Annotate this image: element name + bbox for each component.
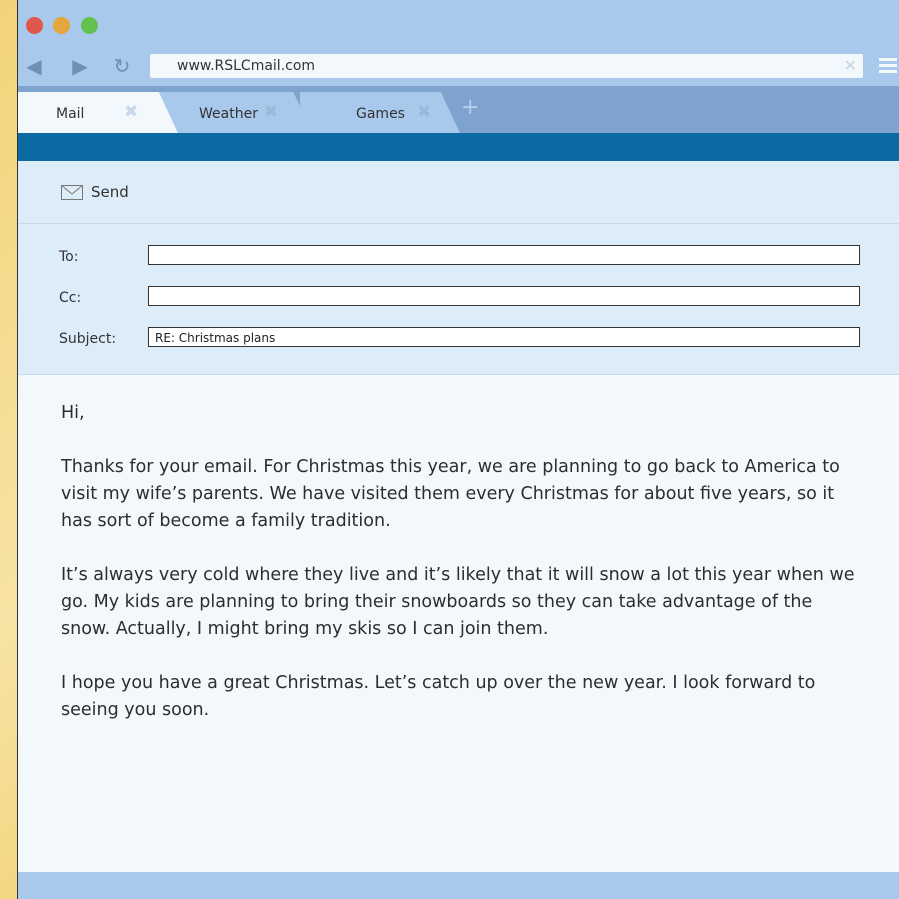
back-icon[interactable]: ◀ (22, 54, 46, 78)
message-body[interactable]: Hi, Thanks for your email. For Christmas… (61, 400, 861, 751)
message-headers: To: Cc: Subject: RE: Christmas plans (18, 224, 899, 375)
subject-label: Subject: (59, 331, 117, 347)
new-tab-icon[interactable]: + (461, 95, 479, 120)
tab-strip: Games ✖ Weather ✖ Mail ✖ + (18, 86, 899, 133)
menu-icon[interactable] (879, 58, 897, 74)
send-button[interactable]: Send (61, 183, 129, 201)
tab-label: Weather (199, 106, 258, 122)
tab-mail[interactable]: Mail ✖ (18, 92, 178, 133)
title-bar (18, 0, 899, 46)
close-tab-icon[interactable]: ✖ (124, 102, 138, 122)
envelope-icon (61, 184, 83, 200)
tab-games[interactable]: Games ✖ (300, 92, 460, 133)
browser-window: ◀ ▶ ↻ www.RSLCmail.com ✕ Games ✖ Weather… (17, 0, 899, 899)
address-bar[interactable]: www.RSLCmail.com ✕ (150, 54, 863, 78)
body-paragraph: Thanks for your email. For Christmas thi… (61, 457, 840, 531)
reload-icon[interactable]: ↻ (110, 54, 134, 78)
to-field[interactable] (148, 245, 860, 265)
greeting-text: Hi, (61, 403, 85, 423)
to-label: To: (59, 249, 79, 265)
navigation-bar: ◀ ▶ ↻ www.RSLCmail.com ✕ (18, 46, 899, 86)
compose-toolbar: Send (18, 161, 899, 224)
send-label: Send (91, 183, 129, 201)
cc-label: Cc: (59, 290, 82, 306)
url-text: www.RSLCmail.com (177, 58, 316, 74)
tab-label: Games (356, 106, 405, 122)
close-tab-icon[interactable]: ✖ (417, 102, 431, 122)
close-window-button[interactable] (26, 17, 43, 34)
close-tab-icon[interactable]: ✖ (264, 102, 278, 122)
cc-field[interactable] (148, 286, 860, 306)
forward-icon[interactable]: ▶ (68, 54, 92, 78)
accent-bar (18, 133, 899, 161)
tab-label: Mail (56, 106, 85, 122)
minimize-window-button[interactable] (53, 17, 70, 34)
maximize-window-button[interactable] (81, 17, 98, 34)
clear-url-icon[interactable]: ✕ (844, 56, 857, 75)
body-paragraph: I hope you have a great Christmas. Let’s… (61, 673, 816, 720)
status-bar (18, 872, 899, 899)
body-paragraph: It’s always very cold where they live an… (61, 565, 855, 639)
subject-field[interactable]: RE: Christmas plans (148, 327, 860, 347)
